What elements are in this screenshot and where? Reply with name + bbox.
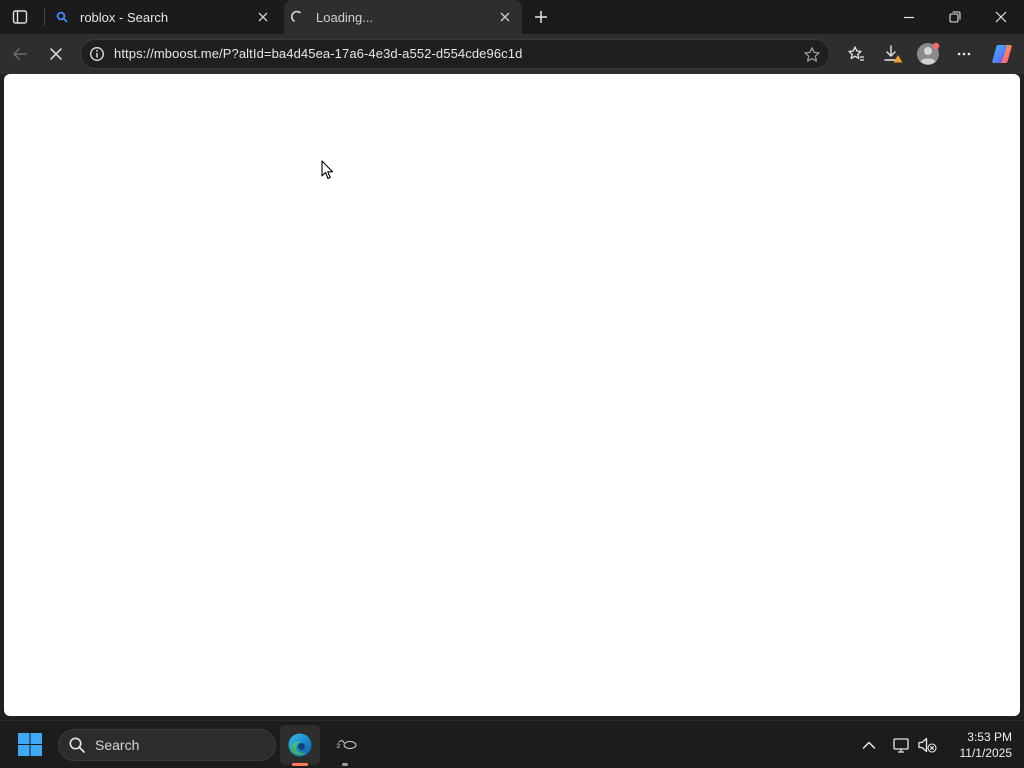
- edge-browser-icon: [288, 733, 312, 757]
- tray-display-button[interactable]: [888, 731, 914, 759]
- avatar: [917, 42, 940, 65]
- copilot-button[interactable]: [986, 38, 1018, 70]
- tab-title: Loading...: [316, 9, 374, 25]
- search-icon: [69, 737, 85, 753]
- download-icon: [884, 45, 903, 63]
- star-outline-icon: [804, 47, 820, 62]
- new-tab-button[interactable]: [528, 4, 554, 30]
- info-icon[interactable]: [89, 46, 105, 62]
- tab-title: roblox - Search: [80, 9, 169, 25]
- warning-icon: [893, 55, 903, 63]
- svg-text:ઙ: ઙ: [335, 741, 341, 751]
- show-hidden-icons-button[interactable]: [856, 731, 882, 759]
- add-favorite-button[interactable]: [801, 44, 823, 66]
- display-icon: [893, 738, 909, 753]
- close-icon[interactable]: [254, 8, 272, 26]
- taskbar-search-box[interactable]: Search: [58, 729, 276, 761]
- close-icon[interactable]: [496, 8, 514, 26]
- tab-loading[interactable]: Loading...: [284, 0, 522, 34]
- back-button[interactable]: [4, 38, 36, 70]
- plus-icon: [535, 11, 547, 23]
- mouse-cursor-icon: [321, 160, 334, 180]
- profile-button[interactable]: [912, 38, 944, 70]
- downloads-button[interactable]: [877, 38, 909, 70]
- address-url[interactable]: https://mboost.me/P?altId=ba4d45ea-17a6-…: [114, 46, 522, 61]
- loading-spinner-icon: [290, 9, 306, 25]
- start-button[interactable]: [16, 732, 44, 758]
- app-icon: ઙ: [335, 740, 357, 751]
- minimize-button[interactable]: [886, 0, 932, 34]
- copilot-icon: [992, 45, 1012, 63]
- favorites-icon: [848, 46, 864, 61]
- taskbar: Search ઙ 3:53 PM 11/1/2025: [0, 720, 1024, 768]
- volume-muted-icon: [918, 737, 937, 753]
- browser-window: roblox - Search Loading... https://mboos…: [0, 0, 1024, 720]
- minimize-icon: [904, 16, 914, 19]
- tray-volume-button[interactable]: [914, 731, 940, 759]
- windows-logo-icon: [18, 733, 42, 756]
- close-window-button[interactable]: [978, 0, 1024, 34]
- restore-icon: [949, 11, 961, 23]
- arrow-left-icon: [13, 48, 27, 60]
- profile-badge: [932, 42, 940, 50]
- favorites-button[interactable]: [840, 38, 872, 70]
- clock-date: 11/1/2025: [959, 746, 1013, 760]
- more-horizontal-icon: [957, 52, 971, 56]
- search-icon: [54, 9, 70, 25]
- restore-button[interactable]: [932, 0, 978, 34]
- close-icon: [50, 48, 62, 60]
- close-icon: [995, 11, 1007, 23]
- taskbar-clock[interactable]: 3:53 PM 11/1/2025: [940, 729, 1013, 761]
- title-bar: roblox - Search Loading...: [0, 0, 1024, 34]
- settings-more-button[interactable]: [948, 38, 980, 70]
- tab-actions-icon: [12, 10, 28, 24]
- stop-loading-button[interactable]: [40, 38, 72, 70]
- browser-toolbar: https://mboost.me/P?altId=ba4d45ea-17a6-…: [0, 34, 1024, 74]
- taskbar-app-edge[interactable]: [280, 725, 320, 765]
- chevron-up-icon: [862, 741, 876, 749]
- tab-actions-button[interactable]: [4, 2, 36, 32]
- app-running-indicator: [342, 763, 348, 766]
- page-content[interactable]: [4, 74, 1020, 716]
- address-bar[interactable]: https://mboost.me/P?altId=ba4d45ea-17a6-…: [80, 39, 830, 69]
- taskbar-app-2[interactable]: ઙ: [326, 725, 366, 765]
- tab-divider: [44, 8, 45, 26]
- tab-roblox-search[interactable]: roblox - Search: [48, 0, 280, 34]
- taskbar-search-label: Search: [95, 737, 140, 753]
- active-app-indicator: [292, 763, 308, 766]
- clock-time: 3:53 PM: [967, 730, 1012, 744]
